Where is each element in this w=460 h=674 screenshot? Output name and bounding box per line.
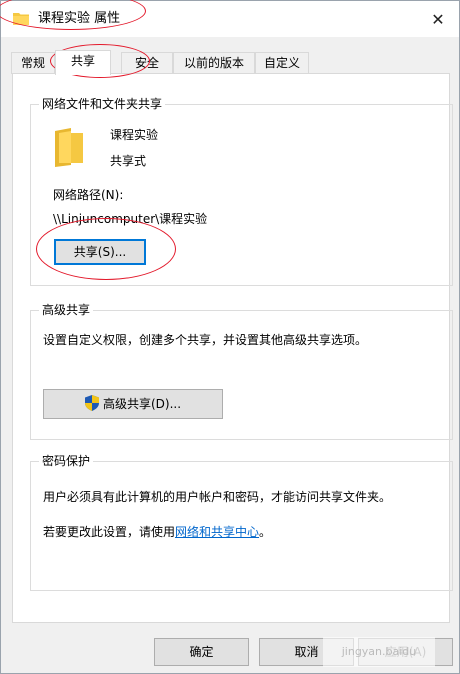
folder-icon — [55, 128, 83, 167]
group-title-password: 密码保护 — [39, 453, 94, 469]
advanced-share-button-label: 高级共享(D)... — [102, 397, 182, 411]
advanced-share-description: 设置自定义权限，创建多个共享，并设置其他高级共享选项。 — [43, 333, 368, 347]
folder-icon — [13, 13, 29, 25]
close-icon: ✕ — [431, 9, 445, 29]
password-description: 用户必须具有此计算机的用户帐户和密码，才能访问共享文件夹。 — [43, 490, 392, 504]
advanced-share-button[interactable]: 高级共享(D)... — [43, 389, 223, 419]
properties-dialog: 课程实验 属性 ✕ 常规 共享 安全 以前的版本 自定义 网络文件和文件夹共享 … — [0, 0, 460, 674]
change-hint-suffix: 。 — [259, 525, 272, 539]
group-title-advanced-share: 高级共享 — [39, 302, 94, 318]
close-button[interactable]: ✕ — [417, 1, 459, 37]
tab-security[interactable]: 安全 — [121, 52, 173, 74]
shared-folder-name: 课程实验 — [110, 128, 159, 142]
sharing-panel: 网络文件和文件夹共享 课程实验 共享式 网络路径(N): \\Linjuncom… — [12, 73, 453, 623]
title-bar[interactable]: 课程实验 属性 ✕ — [1, 1, 459, 37]
group-title-network-share: 网络文件和文件夹共享 — [39, 96, 166, 112]
network-path-value[interactable]: \\Linjuncomputer\课程实验 — [53, 211, 207, 227]
network-path-label: 网络路径(N): — [53, 188, 124, 202]
cancel-button[interactable]: 取消 — [259, 638, 354, 666]
password-protection-group: 密码保护 用户必须具有此计算机的用户帐户和密码，才能访问共享文件夹。 若要更改此… — [30, 453, 453, 591]
uac-shield-icon — [84, 395, 99, 411]
tab-sharing[interactable]: 共享 — [55, 50, 111, 75]
network-share-group: 网络文件和文件夹共享 课程实验 共享式 网络路径(N): \\Linjuncom… — [30, 96, 453, 286]
apply-button[interactable]: 应用(A) — [358, 638, 453, 666]
advanced-share-group: 高级共享 设置自定义权限，创建多个共享，并设置其他高级共享选项。 高级共享(D)… — [30, 302, 453, 440]
tab-previous-versions[interactable]: 以前的版本 — [173, 52, 255, 74]
network-sharing-center-link[interactable]: 网络和共享中心 — [175, 525, 259, 539]
ok-button[interactable]: 确定 — [154, 638, 249, 666]
share-button[interactable]: 共享(S)... — [54, 239, 146, 265]
share-status: 共享式 — [110, 154, 147, 168]
password-change-hint: 若要更改此设置，请使用网络和共享中心。 — [43, 524, 271, 540]
window-title: 课程实验 属性 — [38, 11, 121, 26]
tab-general[interactable]: 常规 — [11, 52, 55, 74]
change-hint-prefix: 若要更改此设置，请使用 — [43, 525, 176, 539]
tab-customize[interactable]: 自定义 — [255, 52, 309, 74]
